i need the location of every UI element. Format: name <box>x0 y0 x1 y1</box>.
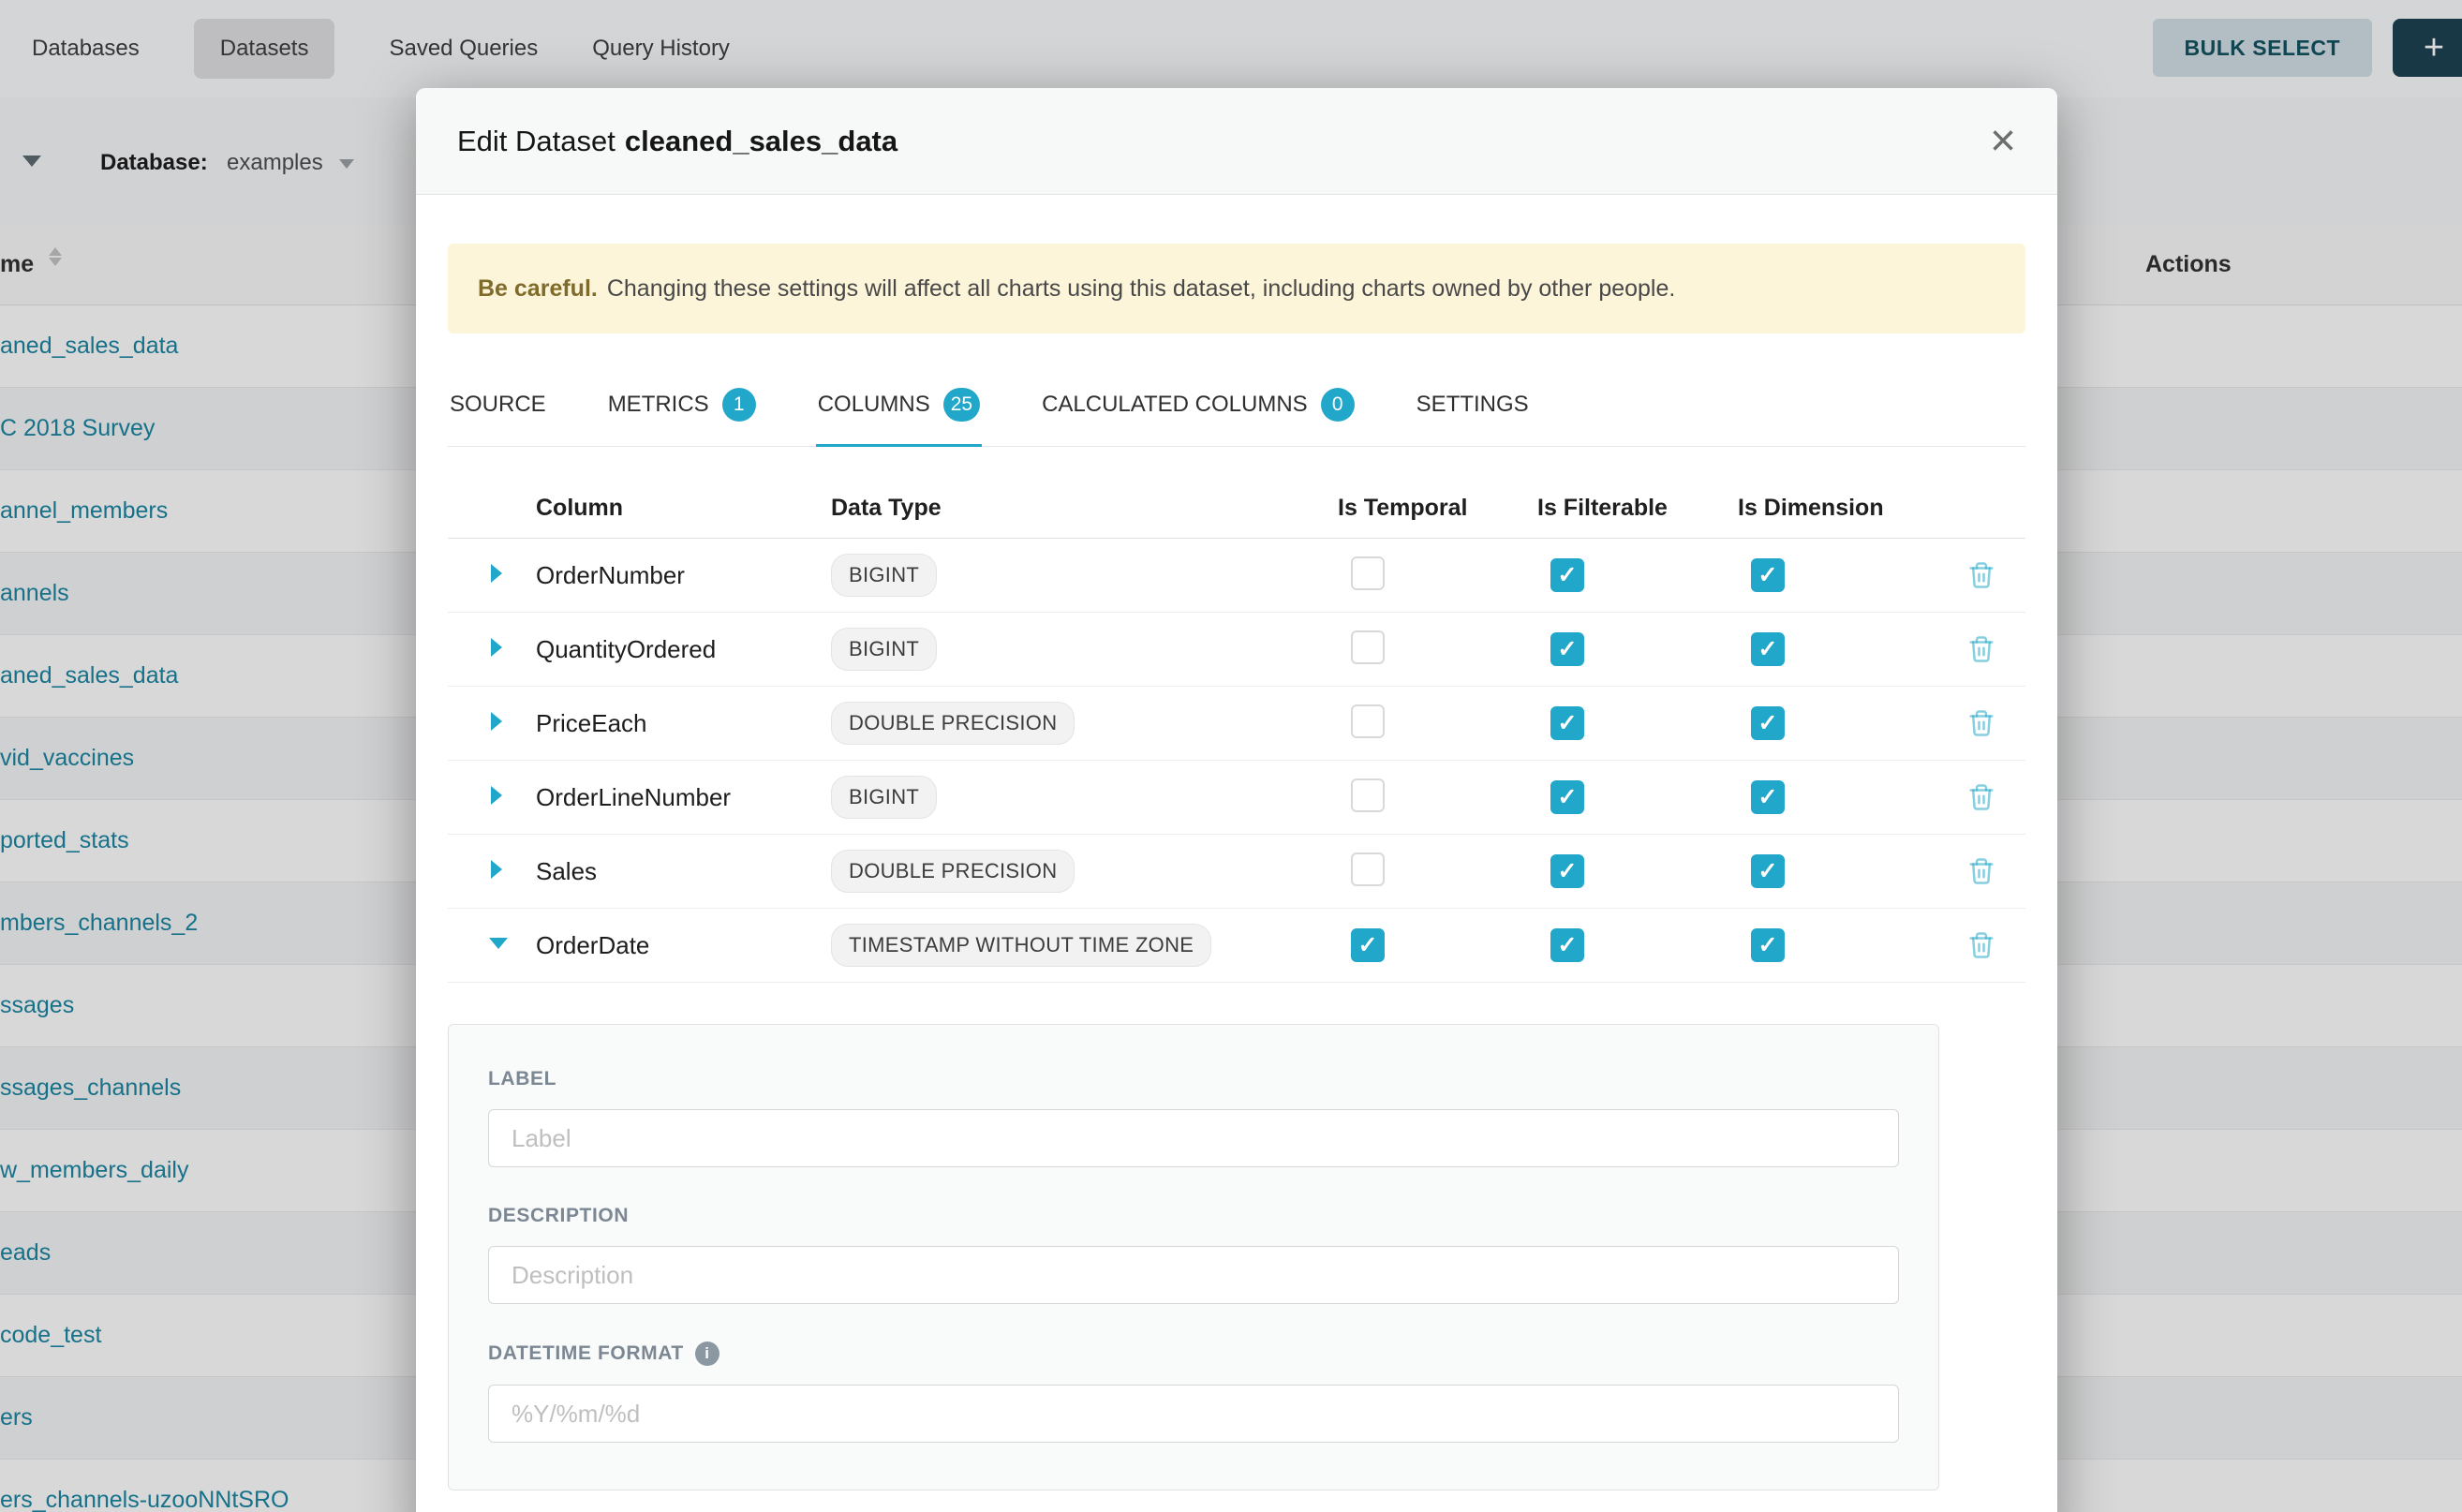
datetime-format-field-group: DATETIME FORMAT i <box>488 1342 1899 1443</box>
description-field-label: DESCRIPTION <box>488 1205 1899 1227</box>
column-row: OrderLineNumber BIGINT <box>448 761 2025 835</box>
column-name: OrderNumber <box>536 561 685 589</box>
description-field-label-text: DESCRIPTION <box>488 1205 629 1227</box>
columns-table-body: OrderNumber BIGINT QuantityOrdered BIGINT Pr… <box>448 539 2025 983</box>
modal-title: Edit Dataset cleaned_sales_data <box>457 125 897 158</box>
datetime-format-label-text: DATETIME FORMAT <box>488 1342 684 1365</box>
column-row: QuantityOrdered BIGINT <box>448 613 2025 687</box>
delete-column-icon[interactable] <box>1967 561 1995 589</box>
data-type-pill: TIMESTAMP WITHOUT TIME ZONE <box>831 924 1211 967</box>
label-field-label: LABEL <box>488 1068 1899 1090</box>
tab-label: CALCULATED COLUMNS <box>1042 392 1308 418</box>
is-dimension-checkbox[interactable] <box>1751 780 1785 814</box>
is-filterable-checkbox[interactable] <box>1550 928 1584 962</box>
data-type-pill: BIGINT <box>831 776 937 819</box>
tab-columns[interactable]: COLUMNS 25 <box>816 373 982 447</box>
modal-body: Be careful. Changing these settings will… <box>416 195 2057 1490</box>
column-name: QuantityOrdered <box>536 635 716 663</box>
tab-settings[interactable]: SETTINGS <box>1415 373 1531 447</box>
header-data-type: Data Type <box>831 495 1338 522</box>
is-temporal-checkbox[interactable] <box>1351 556 1385 590</box>
column-name: OrderDate <box>536 931 649 959</box>
datetime-format-field-label: DATETIME FORMAT i <box>488 1342 1899 1366</box>
tab-calculated-columns[interactable]: CALCULATED COLUMNS 0 <box>1040 373 1357 447</box>
is-temporal-checkbox[interactable] <box>1351 778 1385 812</box>
data-type-pill: BIGINT <box>831 554 937 597</box>
header-column: Column <box>536 495 831 522</box>
column-row: OrderDate TIMESTAMP WITHOUT TIME ZONE <box>448 909 2025 983</box>
collapse-caret-icon[interactable] <box>489 938 508 949</box>
column-row: OrderNumber BIGINT <box>448 539 2025 613</box>
is-filterable-checkbox[interactable] <box>1550 706 1584 740</box>
column-name: PriceEach <box>536 709 647 737</box>
tab-label: METRICS <box>608 392 709 418</box>
tab-count-badge: 0 <box>1321 388 1355 422</box>
tab-label: COLUMNS <box>818 392 930 418</box>
tab-label: SOURCE <box>450 392 546 418</box>
is-filterable-checkbox[interactable] <box>1550 780 1584 814</box>
data-type-pill: BIGINT <box>831 628 937 671</box>
modal-header: Edit Dataset cleaned_sales_data × <box>416 88 2057 195</box>
tab-source[interactable]: SOURCE <box>448 373 548 447</box>
is-dimension-checkbox[interactable] <box>1751 558 1785 592</box>
label-field-group: LABEL <box>488 1068 1899 1167</box>
expand-caret-icon[interactable] <box>491 860 502 879</box>
warning-banner: Be careful. Changing these settings will… <box>448 244 2025 334</box>
header-is-temporal: Is Temporal <box>1338 495 1537 522</box>
expand-caret-icon[interactable] <box>491 564 502 583</box>
column-row: Sales DOUBLE PRECISION <box>448 835 2025 909</box>
label-field-label-text: LABEL <box>488 1068 556 1090</box>
delete-column-icon[interactable] <box>1967 857 1995 885</box>
column-name: Sales <box>536 857 597 885</box>
label-input[interactable] <box>488 1109 1899 1167</box>
description-field-group: DESCRIPTION <box>488 1205 1899 1304</box>
tab-count-badge: 25 <box>943 388 980 422</box>
delete-column-icon[interactable] <box>1967 783 1995 811</box>
delete-column-icon[interactable] <box>1967 931 1995 959</box>
modal-title-dataset-name: cleaned_sales_data <box>625 125 897 157</box>
modal-title-prefix: Edit Dataset <box>457 125 616 157</box>
data-type-pill: DOUBLE PRECISION <box>831 850 1075 893</box>
header-is-filterable: Is Filterable <box>1537 495 1738 522</box>
edit-dataset-modal: Edit Dataset cleaned_sales_data × Be care… <box>416 88 2057 1512</box>
tab-metrics[interactable]: METRICS 1 <box>606 373 758 447</box>
is-dimension-checkbox[interactable] <box>1751 854 1785 888</box>
is-dimension-checkbox[interactable] <box>1751 928 1785 962</box>
columns-table: Column Data Type Is Temporal Is Filterab… <box>448 479 2025 983</box>
is-filterable-checkbox[interactable] <box>1550 558 1584 592</box>
delete-column-icon[interactable] <box>1967 709 1995 737</box>
column-name: OrderLineNumber <box>536 783 731 811</box>
expand-caret-icon[interactable] <box>491 786 502 805</box>
delete-column-icon[interactable] <box>1967 635 1995 663</box>
close-icon[interactable]: × <box>1990 119 2016 164</box>
datetime-format-input[interactable] <box>488 1385 1899 1443</box>
is-filterable-checkbox[interactable] <box>1550 632 1584 666</box>
column-row: PriceEach DOUBLE PRECISION <box>448 687 2025 761</box>
header-is-dimension: Is Dimension <box>1738 495 1937 522</box>
warning-bold-text: Be careful. <box>478 275 598 303</box>
is-dimension-checkbox[interactable] <box>1751 706 1785 740</box>
expand-caret-icon[interactable] <box>491 712 502 731</box>
expand-caret-icon[interactable] <box>491 638 502 657</box>
is-filterable-checkbox[interactable] <box>1550 854 1584 888</box>
modal-tab-bar: SOURCE METRICS 1 COLUMNS 25 CALCULATED COLUMN… <box>448 373 2025 447</box>
columns-table-header-row: Column Data Type Is Temporal Is Filterab… <box>448 479 2025 539</box>
description-input[interactable] <box>488 1246 1899 1304</box>
info-icon[interactable]: i <box>695 1342 719 1366</box>
tab-count-badge: 1 <box>722 388 756 422</box>
is-dimension-checkbox[interactable] <box>1751 632 1785 666</box>
is-temporal-checkbox[interactable] <box>1351 630 1385 664</box>
is-temporal-checkbox[interactable] <box>1351 852 1385 886</box>
column-detail-panel: LABEL DESCRIPTION DATETIME FORMAT i <box>448 1024 1939 1490</box>
data-type-pill: DOUBLE PRECISION <box>831 702 1075 745</box>
is-temporal-checkbox[interactable] <box>1351 704 1385 738</box>
tab-label: SETTINGS <box>1416 392 1529 418</box>
warning-text: Changing these settings will affect all … <box>607 275 1676 303</box>
is-temporal-checkbox[interactable] <box>1351 928 1385 962</box>
